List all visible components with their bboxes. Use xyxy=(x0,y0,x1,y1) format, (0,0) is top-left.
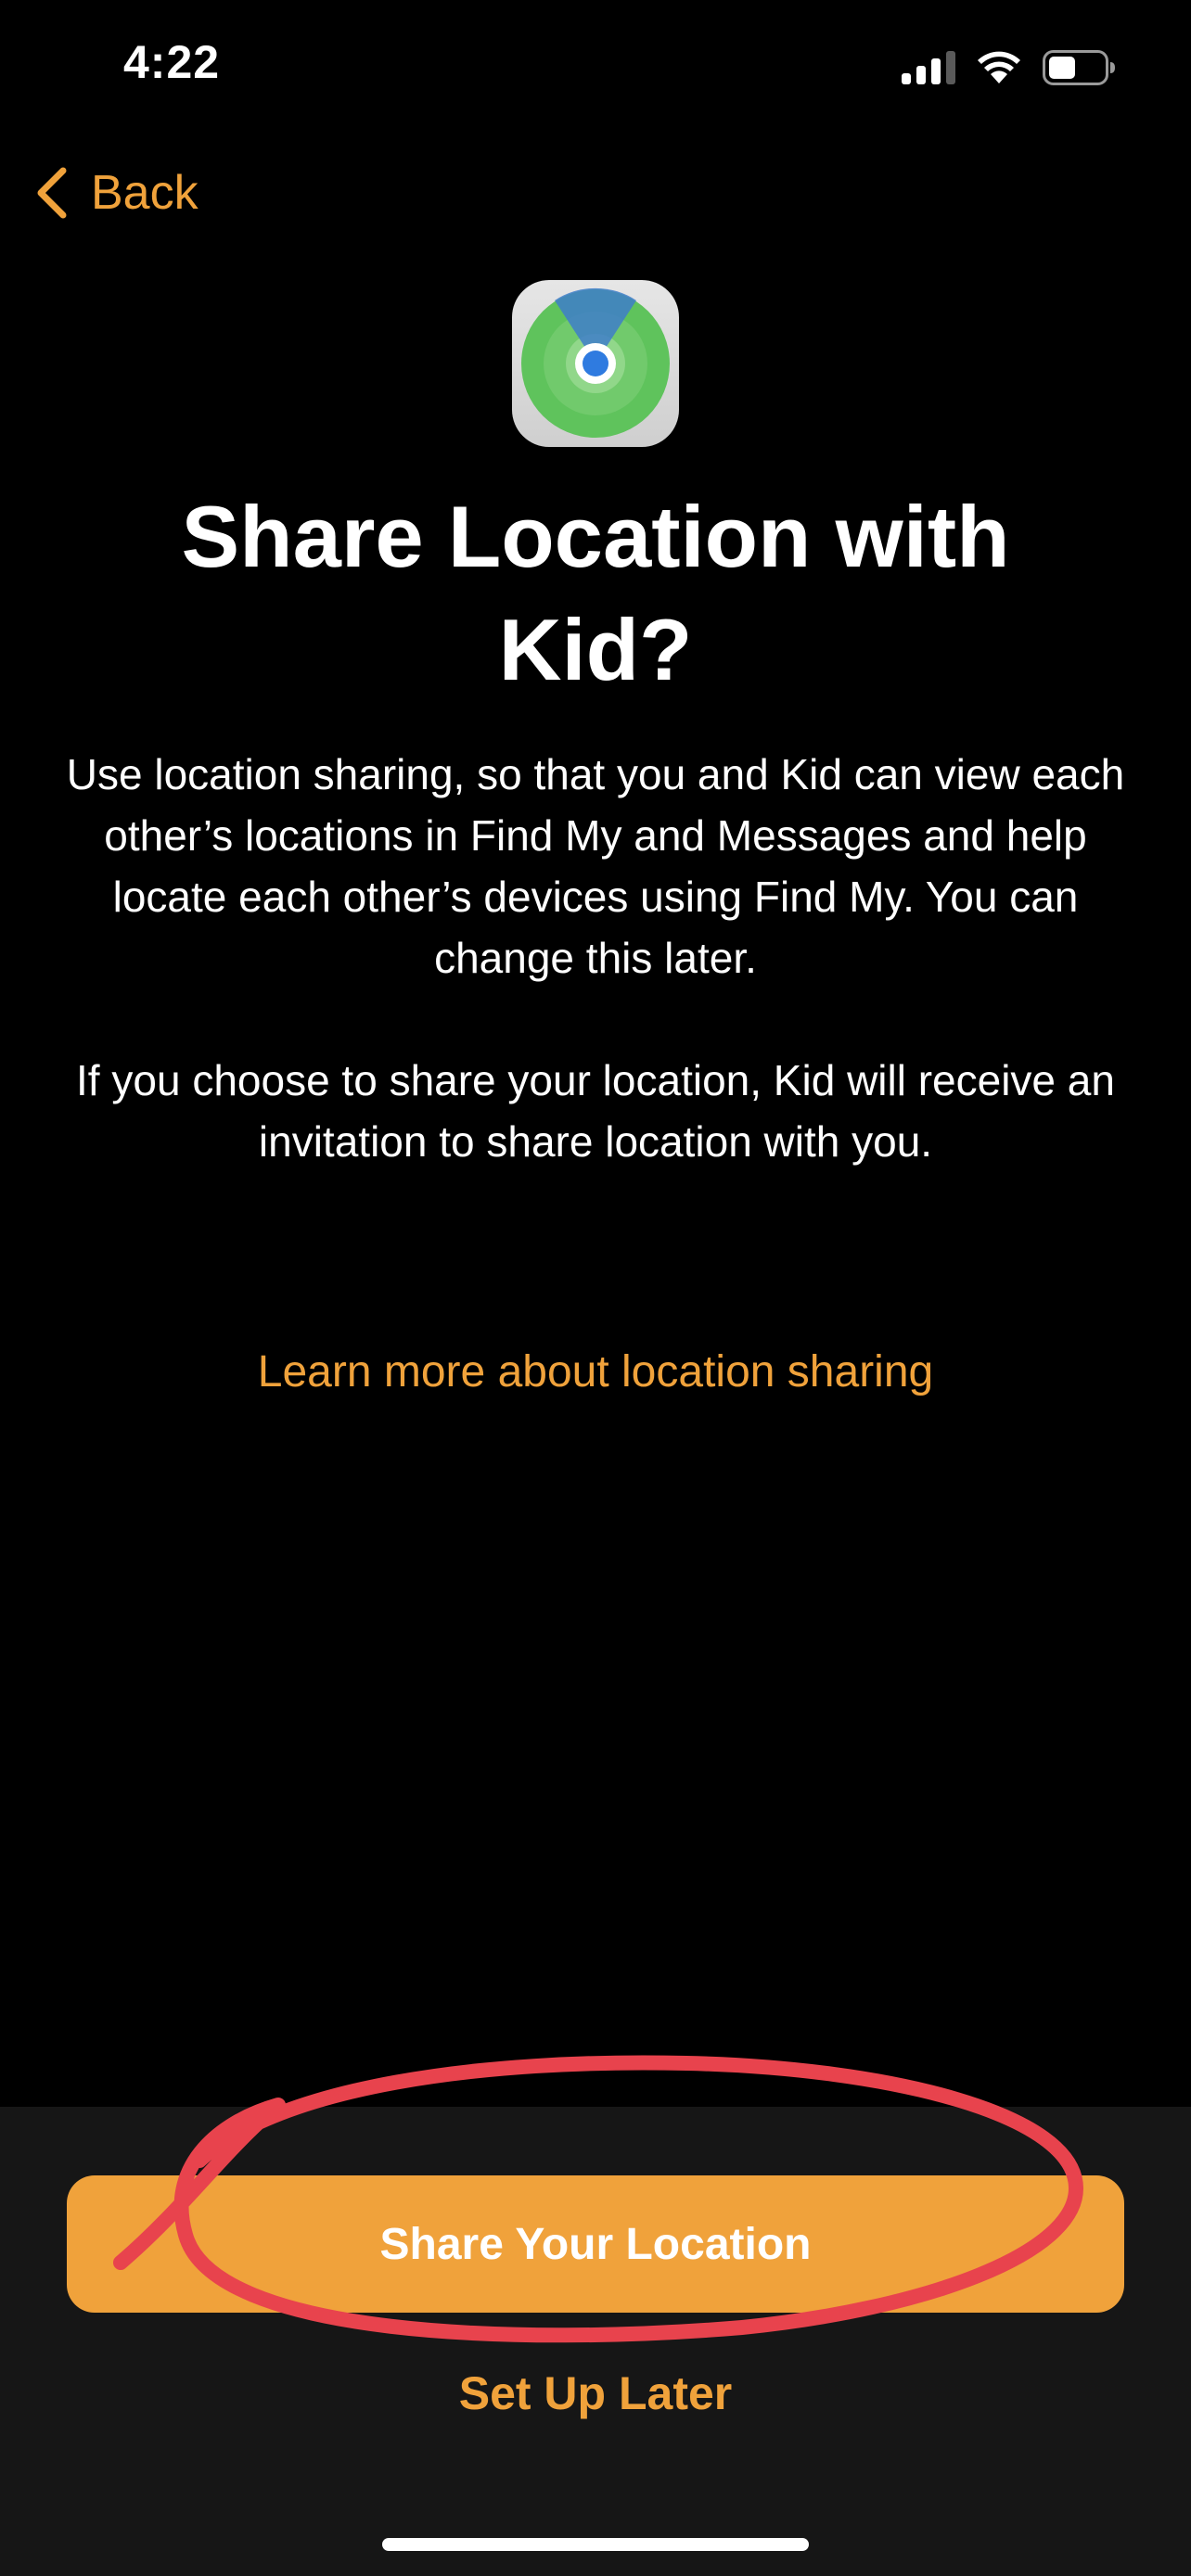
cellular-signal-icon xyxy=(902,51,955,84)
learn-more-link[interactable]: Learn more about location sharing xyxy=(56,1346,1135,1397)
status-icons xyxy=(902,45,1117,91)
back-label: Back xyxy=(91,166,198,220)
set-up-later-button[interactable]: Set Up Later xyxy=(0,2366,1191,2420)
find-my-app-icon xyxy=(512,280,679,447)
home-indicator[interactable] xyxy=(382,2538,809,2551)
status-bar: 4:22 xyxy=(0,0,1191,139)
page-title: Share Location with Kid? xyxy=(181,488,1010,698)
find-my-radar-icon xyxy=(521,287,670,438)
status-time: 4:22 xyxy=(123,36,221,88)
chevron-left-icon xyxy=(37,167,67,219)
invitation-paragraph: If you choose to share your location, Ki… xyxy=(76,1056,1115,1166)
description-paragraph: Use location sharing, so that you and Ki… xyxy=(66,750,1125,982)
battery-icon xyxy=(1043,50,1115,85)
wifi-icon xyxy=(978,51,1020,83)
share-your-location-button[interactable]: Share Your Location xyxy=(67,2175,1124,2313)
back-button[interactable]: Back xyxy=(33,159,198,226)
